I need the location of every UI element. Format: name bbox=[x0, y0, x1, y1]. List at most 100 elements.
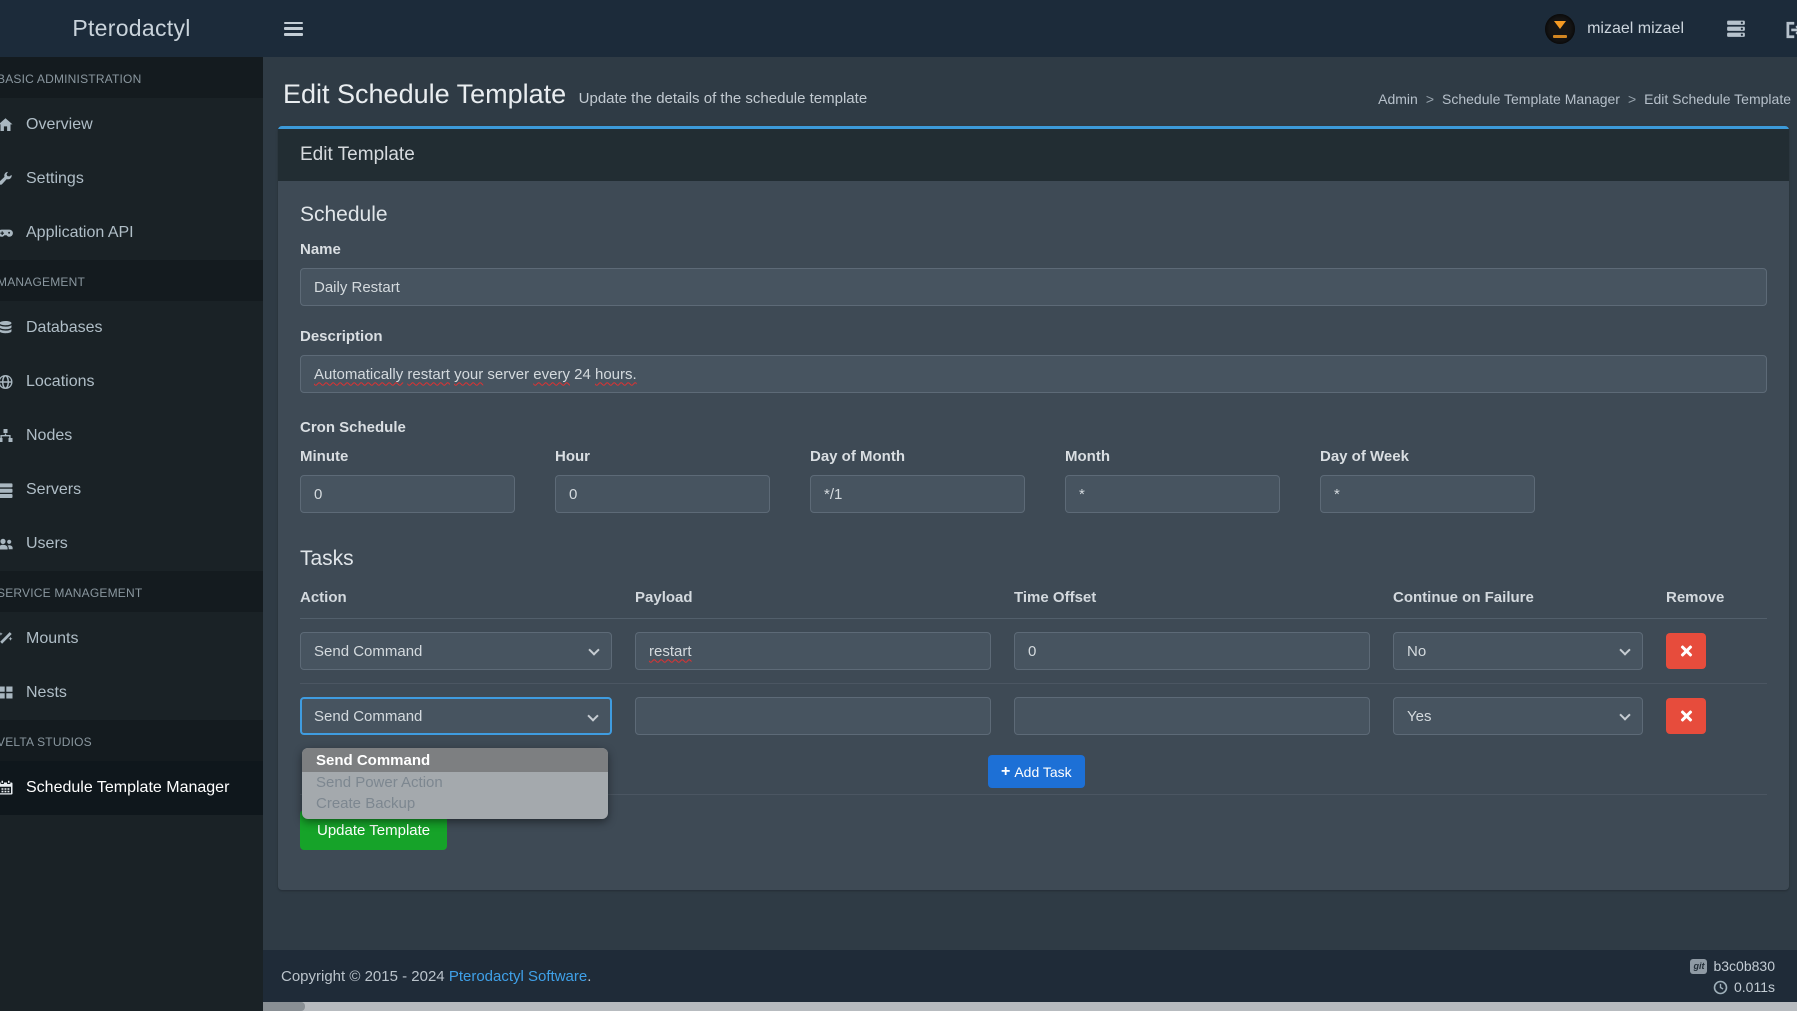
chevron-down-icon bbox=[1619, 709, 1630, 720]
cron-field-value: 0 bbox=[569, 486, 577, 503]
cron-field-value: * bbox=[1334, 486, 1340, 503]
database-icon bbox=[0, 320, 17, 337]
continue-value: No bbox=[1407, 643, 1426, 660]
sidebar-item-nests[interactable]: Nests bbox=[0, 666, 263, 720]
remove-task-button[interactable] bbox=[1666, 698, 1706, 734]
cron-field-value: * bbox=[1079, 486, 1085, 503]
avatar-logo-icon bbox=[1554, 21, 1566, 29]
globe-icon bbox=[0, 374, 17, 391]
cron-field-input[interactable]: */1 bbox=[810, 475, 1025, 513]
cron-field-label: Minute bbox=[300, 448, 515, 465]
breadcrumb-separator: > bbox=[1628, 91, 1636, 107]
sidebar-item-label: Users bbox=[26, 535, 68, 553]
tasks-column-header: Continue on Failure bbox=[1393, 589, 1643, 606]
content-area: Edit Schedule Template Update the detail… bbox=[263, 57, 1797, 1011]
chevron-down-icon bbox=[588, 644, 599, 655]
close-icon bbox=[1680, 710, 1692, 722]
continue-on-failure-select[interactable]: Yes bbox=[1393, 697, 1643, 735]
sidebar-item-schedule-template-manager[interactable]: Schedule Template Manager bbox=[0, 761, 263, 815]
breadcrumb-separator: > bbox=[1426, 91, 1434, 107]
chevron-down-icon bbox=[587, 710, 598, 721]
time-offset-input[interactable] bbox=[1014, 697, 1370, 735]
sidebar-toggle-icon[interactable] bbox=[284, 22, 303, 36]
time-offset-input[interactable]: 0 bbox=[1014, 632, 1370, 670]
edit-template-panel: Edit Template Schedule Name Daily Restar… bbox=[278, 126, 1789, 890]
cron-field-value: 0 bbox=[314, 486, 322, 503]
sidebar-item-label: Settings bbox=[26, 170, 84, 188]
footer-meta: gitb3c0b830 0.011s bbox=[1690, 956, 1775, 998]
user-avatar[interactable] bbox=[1545, 14, 1575, 44]
payload-input[interactable]: restart bbox=[635, 632, 991, 670]
cron-field-input[interactable]: * bbox=[1320, 475, 1535, 513]
dropdown-option-send-power-action[interactable]: Send Power Action bbox=[302, 772, 608, 793]
sidebar-item-nodes[interactable]: Nodes bbox=[0, 409, 263, 463]
breadcrumb-item: Edit Schedule Template bbox=[1644, 91, 1791, 107]
clock-icon bbox=[1713, 980, 1728, 995]
cron-schedule-label: Cron Schedule bbox=[300, 419, 1767, 436]
gamepad-icon bbox=[0, 225, 17, 242]
description-word: restart bbox=[407, 366, 450, 383]
action-select[interactable]: Send Command bbox=[300, 697, 612, 735]
remove-task-button[interactable] bbox=[1666, 633, 1706, 669]
tasks-column-header: Remove bbox=[1666, 589, 1716, 606]
sidebar: BASIC ADMINISTRATIONOverviewSettingsAppl… bbox=[0, 57, 263, 1011]
description-word: hours. bbox=[595, 366, 637, 383]
cron-field-label: Day of Week bbox=[1320, 448, 1535, 465]
server-icon bbox=[0, 482, 17, 499]
brand-logo[interactable]: Pterodactyl bbox=[0, 0, 263, 57]
user-name[interactable]: mizael mizael bbox=[1587, 20, 1684, 38]
sidebar-item-databases[interactable]: Databases bbox=[0, 301, 263, 355]
grid-icon bbox=[0, 685, 17, 702]
breadcrumb: Admin > Schedule Template Manager > Edit Sch… bbox=[1378, 91, 1791, 107]
cron-field-value: */1 bbox=[824, 486, 842, 503]
sitemap-icon bbox=[0, 428, 17, 445]
description-input[interactable]: Automatically restart your server every … bbox=[300, 355, 1767, 393]
breadcrumb-item[interactable]: Admin bbox=[1378, 91, 1418, 107]
name-input[interactable]: Daily Restart bbox=[300, 268, 1767, 306]
horizontal-scrollbar[interactable] bbox=[0, 1002, 1797, 1011]
breadcrumb-item[interactable]: Schedule Template Manager bbox=[1442, 91, 1620, 107]
tasks-table-header: ActionPayloadTime OffsetContinue on Fail… bbox=[300, 589, 1767, 619]
sidebar-item-application-api[interactable]: Application API bbox=[0, 206, 263, 260]
content-header: Edit Schedule Template Update the detail… bbox=[263, 57, 1797, 126]
sidebar-item-label: Nodes bbox=[26, 427, 72, 445]
copyright-suffix: . bbox=[587, 968, 591, 985]
schedule-section-heading: Schedule bbox=[300, 203, 1767, 227]
time-offset-value: 0 bbox=[1028, 643, 1036, 660]
plus-icon: + bbox=[1001, 763, 1010, 781]
continue-on-failure-select[interactable]: No bbox=[1393, 632, 1643, 670]
top-navbar: Pterodactyl mizael mizael bbox=[0, 0, 1797, 57]
sidebar-item-servers[interactable]: Servers bbox=[0, 463, 263, 517]
server-stack-icon[interactable] bbox=[1726, 20, 1746, 37]
cron-field-input[interactable]: 0 bbox=[300, 475, 515, 513]
cron-field-input[interactable]: 0 bbox=[555, 475, 770, 513]
sign-out-icon[interactable] bbox=[1784, 20, 1797, 37]
sidebar-item-settings[interactable]: Settings bbox=[0, 152, 263, 206]
close-icon bbox=[1680, 645, 1692, 657]
task-row: Send Command restart 0 No bbox=[300, 619, 1767, 683]
description-word: your bbox=[454, 366, 483, 383]
sidebar-item-overview[interactable]: Overview bbox=[0, 98, 263, 152]
payload-input[interactable] bbox=[635, 697, 991, 735]
git-hash: b3c0b830 bbox=[1713, 956, 1775, 977]
load-time: 0.011s bbox=[1734, 977, 1775, 998]
add-task-button[interactable]: + Add Task bbox=[988, 755, 1085, 788]
sidebar-item-label: Mounts bbox=[26, 630, 78, 648]
dropdown-option-create-backup[interactable]: Create Backup bbox=[302, 793, 608, 814]
sidebar-item-users[interactable]: Users bbox=[0, 517, 263, 571]
sidebar-item-locations[interactable]: Locations bbox=[0, 355, 263, 409]
sidebar-section-header: MANAGEMENT bbox=[0, 260, 263, 301]
cron-field-input[interactable]: * bbox=[1065, 475, 1280, 513]
avatar-logo-bar bbox=[1553, 35, 1567, 38]
sidebar-item-label: Application API bbox=[26, 224, 134, 242]
sidebar-item-label: Locations bbox=[26, 373, 95, 391]
sidebar-item-mounts[interactable]: Mounts bbox=[0, 612, 263, 666]
action-select[interactable]: Send Command bbox=[300, 632, 612, 670]
sidebar-item-label: Nests bbox=[26, 684, 67, 702]
sidebar-section-header: SERVICE MANAGEMENT bbox=[0, 571, 263, 612]
description-word: Automatically bbox=[314, 366, 403, 383]
description-word: 24 bbox=[574, 366, 591, 383]
users-icon bbox=[0, 536, 17, 553]
pterodactyl-software-link[interactable]: Pterodactyl Software bbox=[449, 968, 587, 985]
dropdown-option-send-command[interactable]: Send Command bbox=[302, 748, 608, 772]
